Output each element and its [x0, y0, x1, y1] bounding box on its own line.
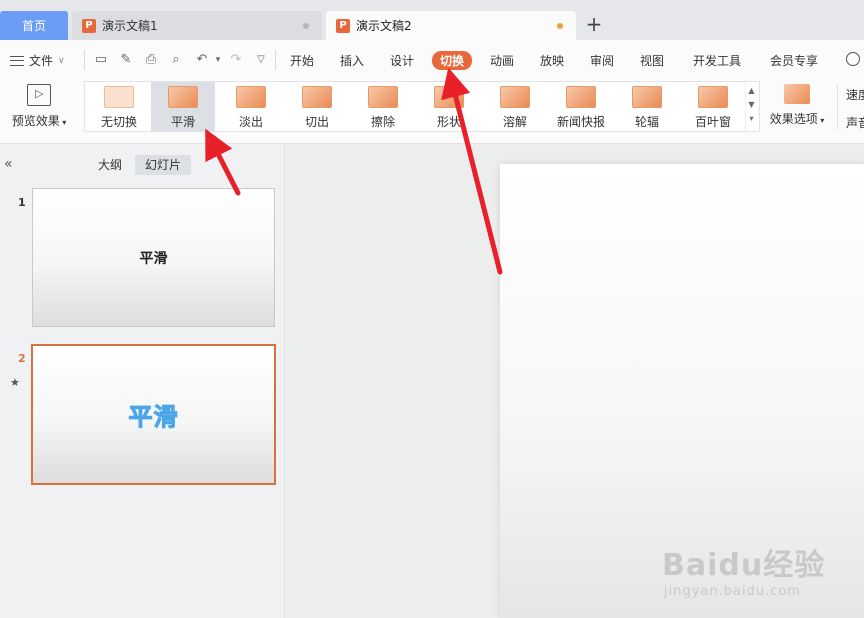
menu-member[interactable]: 会员专享 [770, 52, 818, 69]
transition-cut[interactable]: 切出 [285, 82, 349, 131]
transition-label: 新闻快报 [556, 115, 605, 129]
transition-none[interactable]: 无切换 [87, 82, 151, 131]
divider [837, 84, 838, 130]
slide-thumbnail-2[interactable]: 平滑 [31, 344, 276, 485]
transition-wipe[interactable]: 擦除 [351, 82, 415, 131]
menu-view[interactable]: 视图 [640, 52, 664, 69]
print-preview-icon[interactable]: ⌕ [168, 52, 184, 68]
transition-label: 无切换 [100, 115, 137, 129]
transition-newsflash-icon [566, 86, 596, 108]
slide-thumbnail-1[interactable]: 平滑 [32, 188, 275, 327]
document-tab-2[interactable]: P 演示文稿2 [326, 11, 576, 40]
effect-options-button[interactable]: 效果选项 ▾ [766, 82, 828, 127]
menu-transition[interactable]: 切换 [432, 51, 473, 70]
chevron-down-icon: ∨ [58, 55, 65, 66]
divider [275, 50, 276, 70]
effect-options-label: 效果选项 ▾ [769, 112, 825, 126]
presentation-icon: P [82, 18, 96, 33]
watermark: Baidu经验 jingyan.baidu.com [662, 540, 825, 599]
transition-label: 轮辐 [634, 115, 659, 129]
menu-insert[interactable]: 插入 [340, 52, 364, 69]
document-tab-label: 演示文稿2 [356, 19, 412, 33]
format-painter-icon[interactable]: ✎ [118, 52, 134, 68]
document-tab-1[interactable]: P 演示文稿1 [72, 11, 322, 40]
expand-gallery-icon[interactable]: ▾ [746, 112, 757, 126]
menu-design[interactable]: 设计 [390, 52, 414, 69]
ribbon-menu-bar: 文件 ∨ ▭ ✎ ⎙ ⌕ ↶ ▾ ↷ ▽ 开始 插入 设计 切换 动画 放映 审… [0, 40, 864, 78]
preview-effect-button[interactable]: 预览效果 ▾ [8, 82, 70, 134]
transition-cut-icon [302, 86, 332, 108]
transition-label: 淡出 [238, 115, 263, 129]
speed-label: 速度 [846, 88, 864, 102]
transition-smooth-icon [168, 86, 198, 108]
slide-number: 2 [18, 352, 26, 365]
redo-icon[interactable]: ↷ [228, 52, 244, 68]
preview-effect-label: 预览效果 ▾ [11, 114, 67, 128]
transition-blinds-icon [698, 86, 728, 108]
animation-star-icon: ★ [10, 376, 20, 389]
gallery-scroll[interactable]: ▲ ▼ ▾ [745, 82, 757, 131]
home-tab[interactable]: 首页 [0, 11, 68, 40]
transition-smooth[interactable]: 平滑 [151, 82, 215, 131]
transition-none-icon [104, 86, 134, 108]
new-tab-button[interactable]: + [584, 14, 604, 34]
transition-fade[interactable]: 淡出 [219, 82, 283, 131]
menu-animation[interactable]: 动画 [490, 52, 514, 69]
menu-review[interactable]: 审阅 [590, 52, 614, 69]
print-icon[interactable]: ⎙ [143, 52, 159, 68]
transition-label: 平滑 [170, 115, 195, 129]
transition-label: 擦除 [370, 115, 395, 129]
slide-panel: « 大纲 幻灯片 1 平滑 2 ★ 平滑 [0, 144, 285, 618]
undo-dropdown-icon[interactable]: ▾ [210, 52, 226, 68]
transition-shape-icon [434, 86, 464, 108]
undo-icon[interactable]: ↶ [194, 52, 210, 68]
tab-bar: 首页 P 演示文稿1 P 演示文稿2 + [0, 0, 864, 40]
divider [84, 50, 85, 70]
transition-label: 百叶窗 [694, 115, 731, 129]
unsaved-dot-icon[interactable] [557, 22, 563, 29]
transition-label: 切出 [304, 115, 329, 129]
transition-label: 形状 [436, 115, 461, 129]
transition-newsflash[interactable]: 新闻快报 [549, 82, 613, 131]
menu-slideshow[interactable]: 放映 [540, 52, 564, 69]
collapse-panel-icon[interactable]: « [4, 156, 13, 172]
scroll-up-icon[interactable]: ▲ [746, 84, 757, 98]
file-menu-button[interactable]: 文件 ∨ [10, 52, 65, 69]
scroll-down-icon[interactable]: ▼ [746, 98, 757, 112]
slide-title: 平滑 [139, 250, 168, 267]
watermark-url: jingyan.baidu.com [664, 584, 801, 599]
transition-wipe-icon [368, 86, 398, 108]
document-tab-label: 演示文稿1 [102, 19, 158, 33]
menu-developer[interactable]: 开发工具 [693, 52, 741, 69]
tab-slides[interactable]: 幻灯片 [135, 155, 192, 175]
save-icon[interactable]: ▭ [93, 52, 109, 68]
customize-dropdown-icon[interactable]: ▽ [253, 52, 269, 68]
transition-wheel-icon [632, 86, 662, 108]
sound-label: 声音 [846, 116, 864, 130]
transition-dissolve-icon [500, 86, 530, 108]
presentation-icon: P [336, 18, 350, 33]
transition-blinds[interactable]: 百叶窗 [681, 82, 745, 131]
transition-label: 溶解 [502, 115, 527, 129]
preview-play-icon [27, 84, 51, 106]
tab-status-dot[interactable] [303, 22, 309, 29]
slide-number: 1 [18, 196, 26, 209]
search-icon[interactable] [846, 52, 860, 66]
transition-dissolve[interactable]: 溶解 [483, 82, 547, 131]
hamburger-icon [10, 55, 24, 66]
transition-fade-icon [236, 86, 266, 108]
slide-title: 平滑 [128, 403, 179, 432]
transition-shape[interactable]: 形状 [417, 82, 481, 131]
transition-gallery: 无切换 平滑 淡出 切出 擦除 形状 溶解 新闻快报 轮辐 百叶窗 ▲ ▼ ▾ [84, 81, 760, 132]
file-menu-label: 文件 [29, 54, 54, 68]
effect-options-icon [784, 84, 810, 104]
menu-start[interactable]: 开始 [290, 52, 314, 69]
watermark-logo: Baidu经验 [662, 548, 826, 583]
ribbon-toolbar: 预览效果 ▾ 无切换 平滑 淡出 切出 擦除 形状 溶解 [0, 78, 864, 144]
transition-wheel[interactable]: 轮辐 [615, 82, 679, 131]
tab-outline[interactable]: 大纲 [88, 155, 132, 175]
